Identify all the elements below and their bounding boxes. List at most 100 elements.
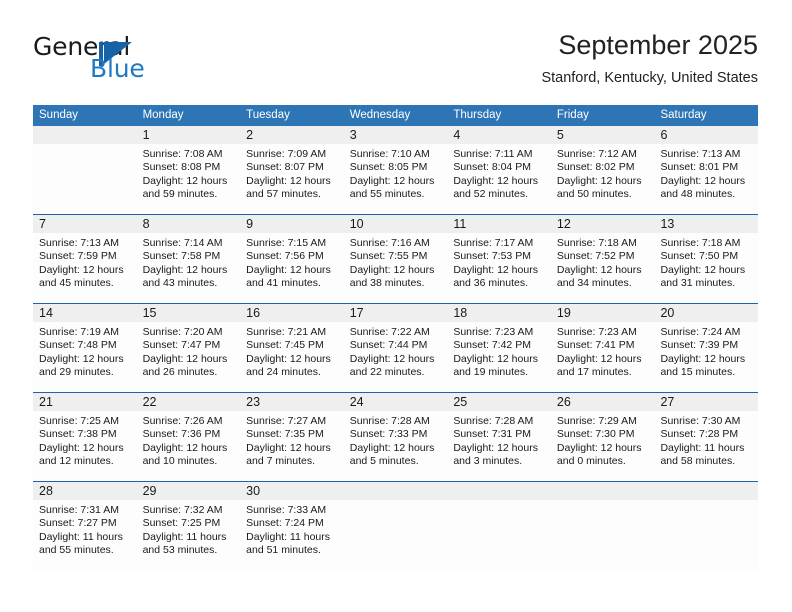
day-number-empty [447,482,551,500]
day-number[interactable]: 26 [551,393,655,411]
calendar-week-row: 1 2 3 4 5 6 Sunrise: 7:08 AM Sunset: 8:08 PM Day… [33,126,758,214]
day-number[interactable]: 28 [33,482,137,500]
day-number[interactable]: 14 [33,304,137,322]
daylight-text: Daylight: 12 hours and 29 minutes. [39,352,124,379]
day-cell-empty [447,500,551,570]
daylight-text: Daylight: 12 hours and 34 minutes. [556,263,642,290]
day-cell: Sunrise: 7:27 AM Sunset: 7:35 PM Daylight:… [240,411,344,481]
day-number[interactable]: 30 [240,482,344,500]
daylight-text: Daylight: 11 hours and 58 minutes. [660,441,745,468]
day-number[interactable]: 13 [654,215,758,233]
day-number[interactable]: 17 [344,304,448,322]
sunrise-text: Sunrise: 7:12 AM [556,148,637,160]
day-cell: Sunrise: 7:20 AM Sunset: 7:47 PM Daylight:… [137,322,241,392]
daylight-text: Daylight: 12 hours and 38 minutes. [349,263,435,290]
weekday-header-row: Sunday Monday Tuesday Wednesday Thursday Frid… [33,105,758,126]
day-cell: Sunrise: 7:09 AM Sunset: 8:07 PM Daylight:… [240,144,344,214]
day-number[interactable]: 19 [551,304,655,322]
day-number[interactable]: 12 [551,215,655,233]
day-number[interactable]: 1 [137,126,241,144]
sunset-text: Sunset: 7:28 PM [660,428,739,441]
day-number[interactable]: 6 [654,126,758,144]
day-cell: Sunrise: 7:19 AM Sunset: 7:48 PM Daylight:… [33,322,137,392]
day-cell: Sunrise: 7:29 AM Sunset: 7:30 PM Daylight:… [551,411,655,481]
sunrise-text: Sunrise: 7:10 AM [349,148,430,160]
page-header: General Blue September 2025 Stanford, Ke… [33,28,758,100]
day-cell: Sunrise: 7:17 AM Sunset: 7:53 PM Daylight:… [447,233,551,303]
sunset-text: Sunset: 7:25 PM [142,517,221,530]
sunset-text: Sunset: 7:27 PM [39,517,117,530]
day-number[interactable]: 5 [551,126,655,144]
day-cell: Sunrise: 7:14 AM Sunset: 7:58 PM Daylight:… [137,233,241,303]
day-number[interactable]: 9 [240,215,344,233]
day-cell: Sunrise: 7:16 AM Sunset: 7:55 PM Daylight:… [344,233,448,303]
day-cell: Sunrise: 7:23 AM Sunset: 7:42 PM Daylight:… [447,322,551,392]
day-number[interactable]: 2 [240,126,344,144]
daylight-text: Daylight: 12 hours and 52 minutes. [453,174,538,201]
day-cell: Sunrise: 7:21 AM Sunset: 7:45 PM Daylight:… [240,322,344,392]
sunrise-text: Sunrise: 7:13 AM [39,237,119,249]
day-number[interactable]: 10 [344,215,448,233]
sunrise-text: Sunrise: 7:23 AM [453,326,534,338]
daylight-text: Daylight: 12 hours and 36 minutes. [453,263,538,290]
calendar-week-row: 21 22 23 24 25 26 27 Sunrise: 7:25 AM Sunset: 7:… [33,392,758,481]
sunset-text: Sunset: 7:35 PM [246,428,324,441]
day-cell: Sunrise: 7:28 AM Sunset: 7:33 PM Daylight:… [344,411,448,481]
sunrise-text: Sunrise: 7:17 AM [453,237,534,249]
sunset-text: Sunset: 7:58 PM [142,250,221,263]
day-number-empty [551,482,655,500]
day-number-band: 7 8 9 10 11 12 13 [33,215,758,233]
daylight-text: Daylight: 12 hours and 43 minutes. [142,263,228,290]
day-number[interactable]: 20 [654,304,758,322]
day-number-band: 21 22 23 24 25 26 27 [33,393,758,411]
weekday-header-saturday: Saturday [660,109,707,121]
daylight-text: Daylight: 12 hours and 55 minutes. [349,174,435,201]
daylight-text: Daylight: 12 hours and 31 minutes. [660,263,746,290]
sunrise-text: Sunrise: 7:26 AM [142,415,223,427]
sunrise-text: Sunrise: 7:21 AM [246,326,327,338]
daylight-text: Daylight: 12 hours and 10 minutes. [142,441,228,468]
sunset-text: Sunset: 7:38 PM [39,428,117,441]
day-number[interactable]: 7 [33,215,137,233]
day-number[interactable]: 18 [447,304,551,322]
daylight-text: Daylight: 12 hours and 57 minutes. [246,174,331,201]
day-number[interactable]: 22 [137,393,241,411]
day-number[interactable]: 29 [137,482,241,500]
day-number-empty [33,126,137,144]
day-number[interactable]: 15 [137,304,241,322]
day-number[interactable]: 3 [344,126,448,144]
day-number[interactable]: 11 [447,215,551,233]
general-blue-logo[interactable]: General Blue [33,32,213,84]
day-number[interactable]: 8 [137,215,241,233]
day-cell: Sunrise: 7:32 AM Sunset: 7:25 PM Daylight:… [137,500,241,570]
sunset-text: Sunset: 7:30 PM [556,428,635,441]
day-cell-empty [551,500,655,570]
sunset-text: Sunset: 7:44 PM [349,339,428,352]
daylight-text: Daylight: 12 hours and 22 minutes. [349,352,435,379]
sunset-text: Sunset: 7:50 PM [660,250,739,263]
sunrise-text: Sunrise: 7:25 AM [39,415,119,427]
weekday-header-tuesday: Tuesday [246,109,290,121]
sunrise-text: Sunrise: 7:19 AM [39,326,119,338]
sunrise-text: Sunrise: 7:24 AM [660,326,741,338]
day-cell: Sunrise: 7:10 AM Sunset: 8:05 PM Daylight:… [344,144,448,214]
sunset-text: Sunset: 7:55 PM [349,250,428,263]
day-number[interactable]: 25 [447,393,551,411]
daylight-text: Daylight: 12 hours and 41 minutes. [246,263,331,290]
sunset-text: Sunset: 8:08 PM [142,161,221,174]
sunset-text: Sunset: 7:53 PM [453,250,531,263]
day-cell: Sunrise: 7:13 AM Sunset: 7:59 PM Daylight:… [33,233,137,303]
daylight-text: Daylight: 12 hours and 59 minutes. [142,174,228,201]
day-number[interactable]: 23 [240,393,344,411]
sunrise-text: Sunrise: 7:29 AM [556,415,637,427]
calendar-page: General Blue September 2025 Stanford, Ke… [0,0,792,612]
day-number[interactable]: 4 [447,126,551,144]
day-number[interactable]: 16 [240,304,344,322]
day-number[interactable]: 21 [33,393,137,411]
day-number[interactable]: 24 [344,393,448,411]
sunrise-text: Sunrise: 7:30 AM [660,415,741,427]
sunrise-text: Sunrise: 7:15 AM [246,237,327,249]
day-number[interactable]: 27 [654,393,758,411]
sunset-text: Sunset: 7:56 PM [246,250,324,263]
sunrise-text: Sunrise: 7:16 AM [349,237,430,249]
